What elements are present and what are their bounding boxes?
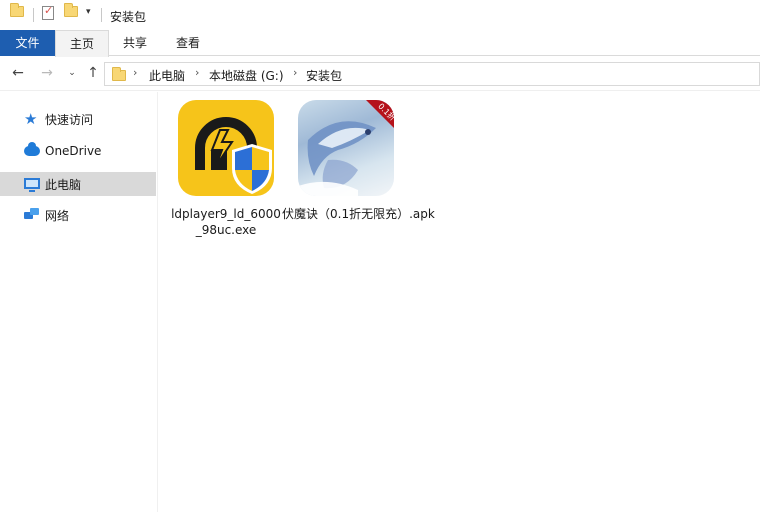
network-icon — [24, 208, 40, 222]
sidebar-item-label: 此电脑 — [45, 177, 82, 192]
address-bar[interactable]: › 此电脑 › 本地磁盘 (G:) › 安装包 — [104, 62, 760, 86]
navigation-pane: ★ 快速访问 OneDrive 此电脑 网络 — [0, 92, 158, 512]
tab-home[interactable]: 主页 — [55, 30, 109, 57]
breadcrumb-chevron-icon[interactable]: › — [133, 66, 137, 79]
sidebar-item-quick-access[interactable]: ★ 快速访问 — [0, 107, 156, 131]
tab-view[interactable]: 查看 — [162, 30, 214, 56]
ribbon-tabs: 文件 主页 共享 查看 — [0, 30, 760, 57]
file-name: ldplayer9_ld_6000_98uc.exe — [171, 207, 281, 237]
tab-file[interactable]: 文件 — [0, 30, 55, 56]
breadcrumb-install-folder[interactable]: 安装包 — [306, 67, 342, 84]
tab-share[interactable]: 共享 — [112, 30, 158, 56]
back-arrow-icon[interactable]: ← — [9, 65, 27, 81]
star-icon: ★ — [24, 110, 38, 128]
customize-quick-access-dropdown-icon[interactable]: ▾ — [86, 7, 91, 17]
file-list-view: ldplayer9_ld_6000_98uc.exe 0.1折 伏魔诀（0.1折… — [159, 92, 760, 512]
file-item-ldplayer[interactable]: ldplayer9_ld_6000_98uc.exe — [170, 100, 282, 240]
computer-icon — [24, 178, 40, 192]
forward-arrow-icon[interactable]: → — [38, 65, 56, 81]
folder-icon — [112, 67, 126, 81]
sidebar-item-onedrive[interactable]: OneDrive — [0, 139, 156, 163]
file-name: 伏魔诀（0.1折无限充）.apk — [282, 207, 435, 221]
properties-icon[interactable] — [42, 4, 54, 20]
navigation-bar: ← → ⌄ ↑ › 此电脑 › 本地磁盘 (G:) › 安装包 — [0, 57, 760, 91]
sidebar-item-this-pc[interactable]: 此电脑 — [0, 172, 156, 196]
breadcrumb-chevron-icon[interactable]: › — [293, 66, 297, 79]
cloud-icon — [24, 142, 40, 156]
recent-locations-chevron-icon[interactable]: ⌄ — [63, 68, 81, 78]
window-title: 安装包 — [110, 10, 147, 24]
breadcrumb-this-pc[interactable]: 此电脑 — [149, 67, 185, 84]
ldplayer-icon — [178, 100, 274, 196]
discount-badge: 0.1折 — [356, 100, 394, 138]
sidebar-item-network[interactable]: 网络 — [0, 203, 156, 227]
sidebar-item-label: 快速访问 — [45, 112, 94, 127]
toolbar-separator — [33, 8, 34, 22]
sidebar-item-label: OneDrive — [45, 144, 102, 158]
file-item-apk[interactable]: 0.1折 伏魔诀（0.1折无限充）.apk — [282, 100, 460, 240]
up-arrow-icon[interactable]: ↑ — [84, 65, 102, 81]
new-folder-icon[interactable] — [64, 3, 78, 17]
sidebar-item-label: 网络 — [45, 208, 70, 223]
title-bar: ▾ 安装包 — [0, 0, 760, 30]
breadcrumb-local-disk[interactable]: 本地磁盘 (G:) — [209, 67, 284, 84]
game-apk-icon: 0.1折 — [298, 100, 394, 196]
toolbar-separator — [101, 8, 102, 22]
breadcrumb-chevron-icon[interactable]: › — [195, 66, 199, 79]
folder-icon[interactable] — [10, 3, 24, 17]
